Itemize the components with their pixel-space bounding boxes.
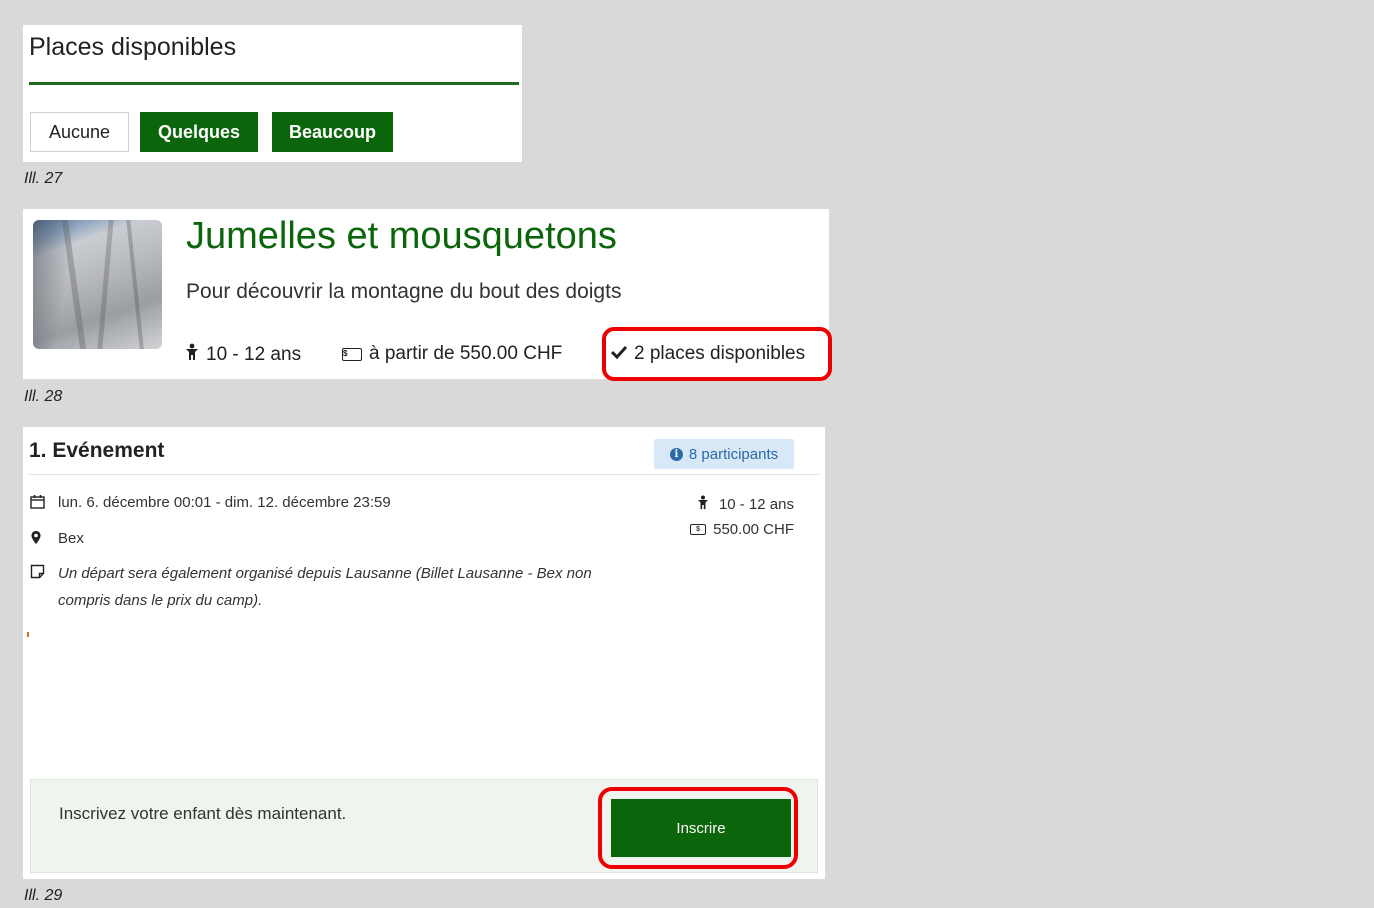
event-note-row: Un départ sera également organisé depuis… [30, 564, 598, 614]
event-note-text: Un départ sera également organisé depuis… [58, 565, 592, 609]
filter-some-button[interactable]: Quelques [140, 112, 258, 152]
money-icon: $ [690, 524, 707, 535]
event-age-text: 10 - 12 ans [718, 496, 794, 513]
camp-card[interactable]: Jumelles et mousquetons Pour découvrir l… [23, 209, 832, 381]
map-marker-icon [30, 530, 58, 549]
signup-highlight [598, 787, 798, 869]
participants-badge: i 8 participants [654, 439, 794, 469]
event-panel: 1. Evénement i 8 participants lun. 6. dé… [23, 427, 825, 879]
camp-age: 10 - 12 ans [185, 343, 301, 367]
child-icon [185, 343, 199, 367]
camp-title[interactable]: Jumelles et mousquetons [186, 215, 617, 258]
money-icon: $ [342, 347, 362, 361]
marker-dot [27, 632, 29, 637]
info-icon: i [669, 447, 683, 461]
note-icon [30, 564, 58, 583]
caption-ill28: Ill. 28 [24, 388, 63, 405]
child-icon [697, 495, 709, 514]
caption-ill29: Ill. 29 [24, 887, 63, 904]
camp-subtitle: Pour découvrir la montagne du bout des d… [186, 280, 622, 303]
filter-title: Places disponibles [29, 33, 237, 61]
event-title: 1. Evénement [29, 439, 165, 462]
filter-many-button[interactable]: Beaucoup [272, 112, 393, 152]
camp-thumbnail[interactable] [33, 220, 162, 349]
caption-ill27: Ill. 27 [24, 170, 63, 187]
event-age: 10 - 12 ans [697, 495, 794, 514]
camp-price-text: à partir de 550.00 CHF [369, 343, 563, 364]
event-date-row: lun. 6. décembre 00:01 - dim. 12. décemb… [30, 494, 391, 513]
calendar-icon [30, 494, 58, 513]
filter-none-button[interactable]: Aucune [30, 112, 129, 152]
camp-age-text: 10 - 12 ans [206, 344, 302, 365]
participants-text: 8 participants [688, 445, 779, 463]
signup-text: Inscrivez votre enfant dès maintenant. [59, 804, 347, 823]
places-highlight [602, 327, 832, 381]
event-divider [29, 474, 819, 475]
availability-filter-panel: Places disponibles Aucune Quelques Beauc… [23, 25, 522, 162]
event-price-text: 550.00 CHF [713, 521, 794, 538]
event-date-text: lun. 6. décembre 00:01 - dim. 12. décemb… [58, 494, 391, 511]
event-price: $ 550.00 CHF [690, 521, 794, 538]
event-place-text: Bex [58, 530, 84, 547]
event-place-row: Bex [30, 530, 84, 549]
filter-divider [29, 82, 519, 85]
camp-price: $ à partir de 550.00 CHF [342, 343, 562, 365]
